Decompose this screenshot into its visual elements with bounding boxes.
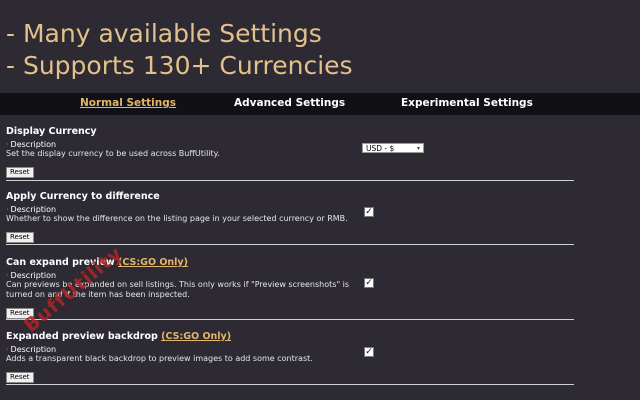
setting-apply-currency-difference: Apply Currency to difference · Descriptio… — [6, 191, 574, 243]
description-label: · Description — [6, 205, 57, 214]
tab-experimental-settings[interactable]: Experimental Settings — [401, 97, 533, 109]
check-icon: ✓ — [365, 207, 373, 217]
tab-normal-settings[interactable]: Normal Settings — [80, 97, 176, 109]
description-text-line-2: turned on and if the item has been inspe… — [6, 290, 190, 299]
setting-title: Expanded preview backdrop (CS:GO Only) — [6, 331, 232, 342]
reset-button[interactable]: Reset — [6, 372, 34, 383]
check-icon: ✓ — [365, 347, 373, 357]
expanded-preview-backdrop-checkbox[interactable]: ✓ — [364, 347, 374, 357]
setting-title: Display Currency — [6, 126, 97, 137]
promo-line-currencies: - Supports 130+ Currencies — [6, 51, 353, 80]
promo-line-settings: - Many available Settings — [6, 19, 322, 48]
section-divider — [6, 319, 574, 320]
settings-tab-bar: Normal Settings Advanced Settings Experi… — [0, 93, 640, 115]
setting-expanded-preview-backdrop: Expanded preview backdrop (CS:GO Only) ·… — [6, 331, 574, 383]
check-icon: ✓ — [365, 278, 373, 288]
description-text: Whether to show the difference on the li… — [6, 214, 348, 223]
description-label: · Description — [6, 345, 57, 354]
csgo-only-tag: (CS:GO Only) — [118, 257, 188, 268]
currency-select-value: USD - $ — [366, 144, 395, 153]
csgo-only-tag: (CS:GO Only) — [161, 331, 232, 342]
promo-header: - Many available Settings - Supports 130… — [6, 18, 353, 82]
tab-advanced-settings[interactable]: Advanced Settings — [234, 97, 345, 109]
chevron-down-icon: ▾ — [416, 145, 420, 152]
section-divider — [6, 384, 574, 385]
reset-button[interactable]: Reset — [6, 167, 34, 178]
reset-button[interactable]: Reset — [6, 232, 34, 243]
setting-title: Apply Currency to difference — [6, 191, 160, 202]
section-divider — [6, 180, 574, 181]
apply-currency-difference-checkbox[interactable]: ✓ — [364, 207, 374, 217]
currency-select[interactable]: USD - $ ▾ — [362, 143, 424, 153]
setting-display-currency: Display Currency · Description Set the di… — [6, 126, 574, 178]
can-expand-preview-checkbox[interactable]: ✓ — [364, 278, 374, 288]
description-text: Set the display currency to be used acro… — [6, 149, 220, 158]
description-label: · Description — [6, 140, 57, 149]
section-divider — [6, 244, 574, 245]
description-text: Adds a transparent black backdrop to pre… — [6, 354, 313, 363]
